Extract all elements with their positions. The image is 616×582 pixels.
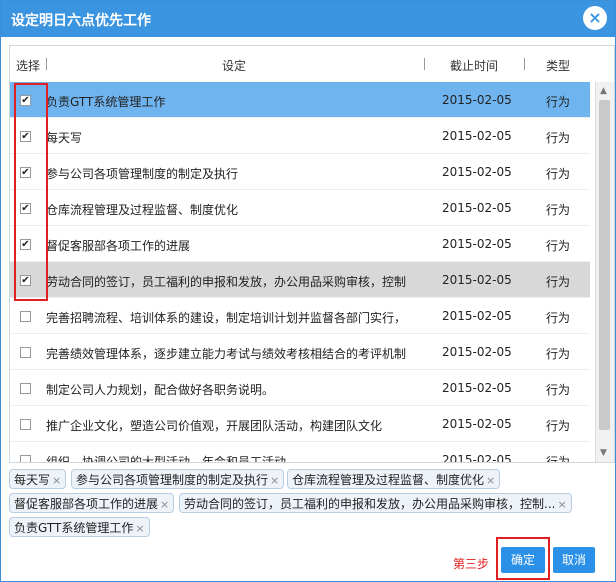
dialog-titlebar: 设定明日六点优先工作 ×	[1, 1, 615, 37]
selected-tag: 每天写 ×	[9, 469, 67, 489]
remove-tag-icon[interactable]: ×	[52, 474, 61, 487]
row-name: 完善招聘流程、培训体系的建设，制定培训计划并监督各部门实行，	[46, 311, 407, 325]
row-name: 完善绩效管理体系，逐步建立能力考试与绩效考核相结合的考评机制	[46, 347, 407, 361]
row-type: 行为	[546, 131, 571, 145]
row-date: 2015-02-05	[442, 165, 512, 179]
row-name: 劳动合同的签订，员工福利的申报和发放，办公用品采购审核，控制	[46, 275, 407, 289]
row-checkbox[interactable]	[20, 311, 31, 322]
row-type: 行为	[546, 275, 571, 289]
row-checkbox[interactable]	[20, 419, 31, 430]
row-date: 2015-02-05	[442, 309, 512, 323]
row-name: 负责GTT系统管理工作	[46, 95, 166, 109]
column-header-deadline[interactable]: 截止时间	[450, 57, 498, 74]
column-divider	[46, 58, 47, 70]
table-row[interactable]: 推广企业文化，塑造公司价值观，开展团队活动，构建团队文化 2015-02-05 …	[10, 406, 590, 442]
column-header-select[interactable]: 选择	[16, 57, 40, 74]
dialog: 设定明日六点优先工作 × 选择 设定 截止时间 类型 ✔ 负责GTT系统管理工作…	[0, 0, 616, 582]
cancel-button[interactable]: 取消	[553, 547, 595, 573]
selected-tag: 仓库流程管理及过程监督、制度优化 ×	[287, 469, 501, 489]
remove-tag-icon[interactable]: ×	[270, 474, 279, 487]
dialog-title: 设定明日六点优先工作	[11, 13, 151, 29]
vertical-scrollbar[interactable]: ▲ ▼	[595, 82, 614, 462]
scrollbar-thumb[interactable]	[599, 100, 610, 430]
row-date: 2015-02-05	[442, 273, 512, 287]
remove-tag-icon[interactable]: ×	[486, 474, 495, 487]
row-type: 行为	[546, 95, 571, 109]
table-row[interactable]: ✔ 每天写 2015-02-05 行为	[10, 118, 590, 154]
row-date: 2015-02-05	[442, 201, 512, 215]
row-name: 每天写	[46, 131, 83, 145]
row-checkbox[interactable]	[20, 455, 31, 462]
selected-tag: 劳动合同的签订，员工福利的申报和发放，办公用品采购审核，控制... ×	[179, 493, 572, 513]
row-date: 2015-02-05	[442, 453, 512, 463]
close-icon[interactable]: ×	[583, 6, 607, 30]
table-row[interactable]: ✔ 督促客服部各项工作的进展 2015-02-05 行为	[10, 226, 590, 262]
row-checkbox[interactable]	[20, 347, 31, 358]
row-checkbox[interactable]: ✔	[20, 203, 31, 214]
table-row[interactable]: 完善招聘流程、培训体系的建设，制定培训计划并监督各部门实行， 2015-02-0…	[10, 298, 590, 334]
row-type: 行为	[546, 383, 571, 397]
row-type: 行为	[546, 167, 571, 181]
row-type: 行为	[546, 455, 571, 463]
row-date: 2015-02-05	[442, 381, 512, 395]
selected-tag: 负责GTT系统管理工作 ×	[9, 517, 150, 537]
table-row[interactable]: ✔ 参与公司各项管理制度的制定及执行 2015-02-05 行为	[10, 154, 590, 190]
step-label: 第三步	[453, 557, 490, 571]
row-name: 制定公司人力规划，配合做好各职务说明。	[46, 383, 275, 397]
table-row[interactable]: 组织、协调公司的大型活动、年会和员工活动。 2015-02-05 行为	[10, 442, 590, 463]
row-type: 行为	[546, 347, 571, 361]
row-name: 推广企业文化，塑造公司价值观，开展团队活动，构建团队文化	[46, 419, 383, 433]
row-checkbox[interactable]: ✔	[20, 95, 31, 106]
row-type: 行为	[546, 203, 571, 217]
row-date: 2015-02-05	[442, 129, 512, 143]
row-type: 行为	[546, 311, 571, 325]
row-date: 2015-02-05	[442, 237, 512, 251]
row-type: 行为	[546, 239, 571, 253]
column-divider	[424, 58, 425, 70]
table-row[interactable]: 制定公司人力规划，配合做好各职务说明。 2015-02-05 行为	[10, 370, 590, 406]
scroll-down-icon[interactable]: ▼	[600, 448, 607, 458]
selected-tag: 参与公司各项管理制度的制定及执行 ×	[71, 469, 285, 489]
row-date: 2015-02-05	[442, 93, 512, 107]
row-type: 行为	[546, 419, 571, 433]
remove-tag-icon[interactable]: ×	[557, 498, 566, 511]
row-checkbox[interactable]: ✔	[20, 239, 31, 250]
row-name: 督促客服部各项工作的进展	[46, 239, 191, 253]
remove-tag-icon[interactable]: ×	[160, 498, 169, 511]
grid-header: 选择 设定 截止时间 类型	[10, 46, 590, 83]
table-row[interactable]: ✔ 仓库流程管理及过程监督、制度优化 2015-02-05 行为	[10, 190, 590, 226]
row-name: 参与公司各项管理制度的制定及执行	[46, 167, 239, 181]
task-grid: 选择 设定 截止时间 类型 ✔ 负责GTT系统管理工作 2015-02-05 行…	[9, 45, 615, 463]
selected-tag: 督促客服部各项工作的进展 ×	[9, 493, 175, 513]
column-header-name[interactable]: 设定	[222, 57, 246, 74]
scroll-up-icon[interactable]: ▲	[600, 86, 607, 96]
table-row[interactable]: 完善绩效管理体系，逐步建立能力考试与绩效考核相结合的考评机制 2015-02-0…	[10, 334, 590, 370]
confirm-button[interactable]: 确定	[501, 547, 545, 573]
column-header-type[interactable]: 类型	[546, 57, 570, 74]
row-date: 2015-02-05	[442, 417, 512, 431]
remove-tag-icon[interactable]: ×	[135, 522, 144, 535]
row-checkbox[interactable]: ✔	[20, 131, 31, 142]
row-checkbox[interactable]	[20, 383, 31, 394]
row-name: 组织、协调公司的大型活动、年会和员工活动。	[46, 455, 299, 463]
row-checkbox[interactable]: ✔	[20, 167, 31, 178]
row-date: 2015-02-05	[442, 345, 512, 359]
column-divider	[524, 58, 525, 70]
row-checkbox[interactable]: ✔	[20, 275, 31, 286]
row-name: 仓库流程管理及过程监督、制度优化	[46, 203, 239, 217]
table-row[interactable]: ✔ 负责GTT系统管理工作 2015-02-05 行为	[10, 82, 590, 118]
table-row[interactable]: ✔ 劳动合同的签订，员工福利的申报和发放，办公用品采购审核，控制 2015-02…	[10, 262, 590, 298]
selected-tags: 每天写 × 参与公司各项管理制度的制定及执行 × 仓库流程管理及过程监督、制度优化 ×…	[7, 467, 611, 539]
